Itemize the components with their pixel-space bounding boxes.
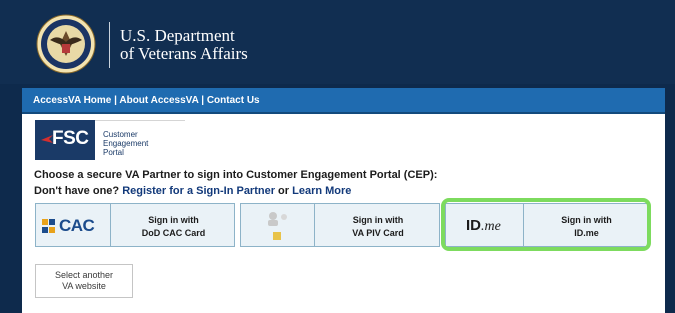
cac-logo: CAC	[42, 217, 104, 235]
cac-chip-icon	[42, 219, 55, 233]
cac-label-line1: Sign in with	[148, 215, 199, 225]
piv-sign-in-button[interactable]: Sign in with VA PIV Card	[240, 203, 440, 247]
nav-link-about-accessva[interactable]: About AccessVA	[119, 95, 198, 106]
nav-links: AccessVA Home | About AccessVA | Contact…	[33, 95, 260, 106]
nav-separator: |	[198, 95, 207, 106]
portal-name-line2: Engagement	[103, 139, 149, 148]
department-name-line2: of Veterans Affairs	[120, 44, 248, 63]
cac-sign-in-button[interactable]: CAC Sign in with DoD CAC Card	[35, 203, 235, 247]
no-partner-prefix: Don't have one?	[34, 185, 123, 197]
header-divider	[109, 22, 110, 68]
va-seal-icon	[36, 14, 96, 74]
fsc-logo-text: FSC	[52, 128, 89, 149]
piv-label-line1: Sign in with	[352, 215, 404, 225]
cac-logo-text: CAC	[59, 216, 95, 235]
top-nav-bar: AccessVA Home | About AccessVA | Contact…	[22, 88, 665, 114]
va-header: U.S. Department of Veterans Affairs	[0, 0, 675, 84]
idme-highlight-outline	[441, 198, 651, 251]
cac-label: Sign in with DoD CAC Card	[111, 214, 236, 240]
piv-logo-area	[241, 204, 315, 246]
nav-link-contact-us[interactable]: Contact Us	[207, 95, 260, 106]
select-another-va-website-button[interactable]: Select another VA website	[35, 264, 133, 298]
choose-partner-heading: Choose a secure VA Partner to sign into …	[34, 169, 438, 181]
cac-label-line2: DoD CAC Card	[141, 228, 206, 238]
cac-logo-area: CAC	[36, 204, 111, 246]
piv-label: Sign in with VA PIV Card	[315, 214, 441, 240]
select-other-line1: Select another	[54, 270, 114, 280]
fsc-logo-block: FSC	[35, 120, 95, 160]
piv-card-icon	[268, 212, 287, 240]
sign-in-card: AccessVA Home | About AccessVA | Contact…	[22, 88, 665, 313]
portal-logo: FSC Customer Engagement Portal	[35, 120, 185, 160]
department-name-line1: U.S. Department	[120, 26, 235, 45]
nav-link-accessva-home[interactable]: AccessVA Home	[33, 95, 111, 106]
register-link[interactable]: Register for a Sign-In Partner	[122, 185, 275, 197]
or-text: or	[275, 185, 293, 197]
select-other-line2: VA website	[62, 281, 106, 291]
portal-name-line3: Portal	[103, 148, 124, 157]
piv-label-line2: VA PIV Card	[352, 228, 404, 238]
learn-more-link[interactable]: Learn More	[292, 185, 351, 197]
no-partner-text: Don't have one? Register for a Sign-In P…	[34, 185, 351, 197]
portal-name-line1: Customer	[103, 130, 138, 139]
